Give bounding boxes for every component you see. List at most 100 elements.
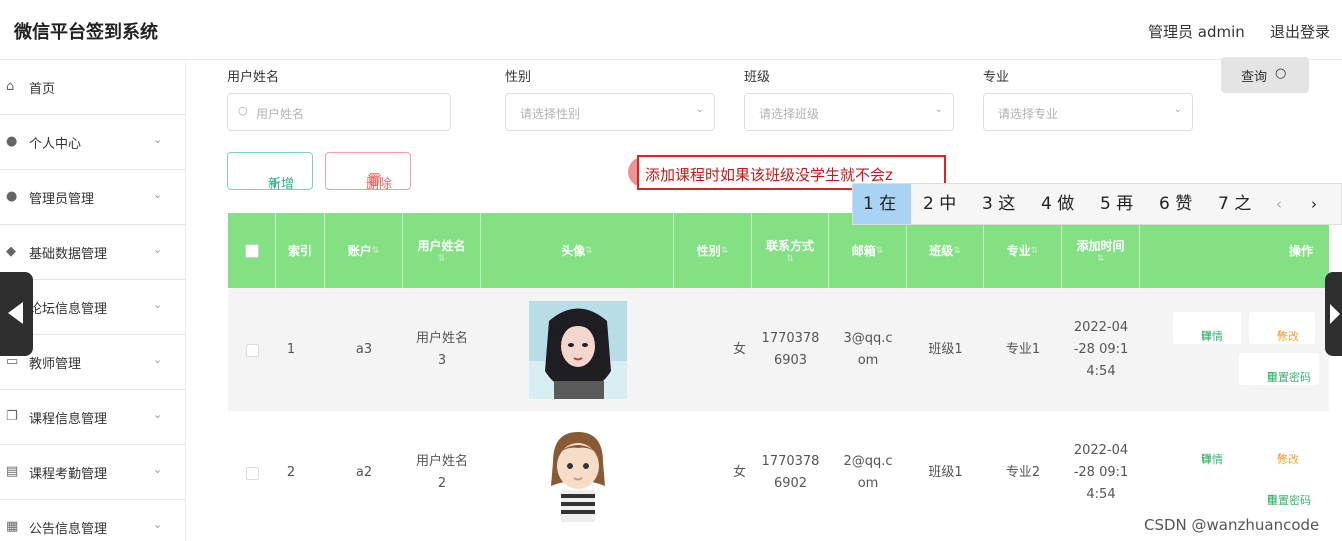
avatar <box>528 301 627 399</box>
class-placeholder: 请选择班级 <box>759 107 820 121</box>
cell-email: 3@qq.c om <box>843 331 893 368</box>
ime-prev-page-icon[interactable]: ‹ <box>1276 184 1282 224</box>
search-button[interactable]: 查询 ○ <box>1221 57 1309 93</box>
search-button-label: 查询 <box>1241 70 1268 85</box>
arrow-left-icon <box>8 302 23 324</box>
sidebar-item-course-attendance[interactable]: ▤ 课程考勤管理 ⌄ <box>0 445 186 500</box>
header: 微信平台签到系统 管理员 admin 退出登录 <box>0 0 1342 60</box>
sidebar-item-label: 教师管理 <box>29 357 82 372</box>
chevron-down-icon: ⌄ <box>153 188 163 201</box>
row-checkbox-cell <box>228 289 276 411</box>
sort-icon: ⇅ <box>1096 254 1105 264</box>
watermark: CSDN @wanzhuancode <box>1144 516 1320 534</box>
header-index[interactable]: 索引 <box>276 213 325 288</box>
sort-icon: ⇅ <box>1030 245 1039 256</box>
chevron-down-icon: ⌄ <box>153 353 163 366</box>
delete-button[interactable]: 🗑 删除 <box>325 152 411 192</box>
table-row: 1 a3 用户姓名 3 女 1770378 6903 3@qq.c om 班级1 专业… <box>228 289 1329 411</box>
sidebar-item-announcement[interactable]: ▦ 公告信息管理 ⌄ <box>0 500 186 541</box>
search-icon: ○ <box>1275 66 1287 81</box>
gender-select[interactable]: 请选择性别 ⌄ <box>505 93 715 131</box>
sidebar-item-home[interactable]: ⌂ 首页 <box>0 60 186 115</box>
row-checkbox[interactable] <box>245 343 259 357</box>
chevron-down-icon: ⌄ <box>153 408 163 421</box>
reset-password-button[interactable]: ▤ 重置密码 <box>1239 476 1319 508</box>
sidebar-item-admin-management[interactable]: ● 管理员管理 ⌄ <box>0 170 186 225</box>
cell-phone: 1770378 6902 <box>761 454 820 491</box>
username-filter-label: 用户姓名 <box>227 70 280 85</box>
logout-link[interactable]: 退出登录 <box>1270 21 1330 42</box>
sort-icon: ⇅ <box>875 245 884 256</box>
select-all-cell <box>228 213 276 288</box>
class-select[interactable]: 请选择班级 ⌄ <box>744 93 954 131</box>
ime-composition-text: 添加课程时如果该班级没学生就不会z <box>645 166 893 184</box>
home-icon: ⌂ <box>6 79 15 94</box>
username-search-input[interactable]: ○ 用户姓名 <box>227 93 451 131</box>
detail-button[interactable]: ▤ 详情 <box>1173 312 1241 344</box>
ime-candidate[interactable]: 6 赞 <box>1159 184 1192 224</box>
cell-username: 用户姓名 3 <box>415 331 468 368</box>
cell-account: a2 <box>355 465 373 480</box>
location-icon: ◆ <box>6 244 16 259</box>
cell-gender: 女 <box>732 342 746 357</box>
app-title: 微信平台签到系统 <box>14 22 158 43</box>
chevron-down-icon: ⌄ <box>153 298 163 311</box>
header-phone[interactable]: 联系方式 ⇅ <box>752 213 829 288</box>
previous-arrow-button[interactable] <box>0 272 33 356</box>
sidebar-item-label: 个人中心 <box>29 137 82 152</box>
ime-candidate-bar: 1 在 2 中 3 这 4 做 5 再 6 赞 7 之 ‹ › <box>852 183 1342 225</box>
sort-icon: ⇅ <box>585 245 593 256</box>
copy-icon: ❐ <box>6 409 18 424</box>
header-account[interactable]: 账户 ⇅ <box>325 213 403 288</box>
ime-next-page-icon[interactable]: › <box>1311 184 1317 224</box>
cell-username: 用户姓名 2 <box>415 454 468 491</box>
ime-candidate[interactable]: 5 再 <box>1100 184 1133 224</box>
chevron-down-icon: ⌄ <box>153 518 163 531</box>
delete-button-label: 删除 <box>366 177 393 192</box>
sidebar-item-label: 基础数据管理 <box>29 247 108 262</box>
chevron-down-icon: ⌄ <box>153 463 163 476</box>
header-gender[interactable]: 性别 ⇅ <box>674 213 752 288</box>
cell-phone: 1770378 6903 <box>761 331 820 368</box>
add-button[interactable]: ＋ 新增 <box>227 152 313 192</box>
header-avatar[interactable]: 头像 ⇅ <box>481 213 674 288</box>
sidebar-item-label: 首页 <box>29 82 56 97</box>
cell-major: 专业2 <box>1005 465 1041 480</box>
major-filter-label: 专业 <box>983 70 1010 85</box>
add-button-label: 新增 <box>268 177 295 192</box>
major-select[interactable]: 请选择专业 ⌄ <box>983 93 1193 131</box>
sidebar-item-label: 公告信息管理 <box>29 522 108 537</box>
reset-password-button[interactable]: ▤ 重置密码 <box>1239 353 1319 385</box>
chevron-down-icon: ⌄ <box>153 133 163 146</box>
cell-major: 专业1 <box>1005 342 1041 357</box>
ime-candidate[interactable]: 1 在 <box>853 184 911 224</box>
arrow-right-icon <box>1330 304 1340 324</box>
major-placeholder: 请选择专业 <box>998 107 1059 121</box>
ime-candidate[interactable]: 3 这 <box>982 184 1015 224</box>
ime-candidate[interactable]: 2 中 <box>923 184 956 224</box>
ime-candidate[interactable]: 4 做 <box>1041 184 1074 224</box>
sort-icon: ⇅ <box>953 245 961 256</box>
sort-icon: ⇅ <box>720 245 729 256</box>
cell-created-time: 2022-04 -28 09:1 4:54 <box>1073 320 1129 379</box>
ime-candidate[interactable]: 7 之 <box>1218 184 1251 224</box>
header-username[interactable]: 用户姓名 ⇅ <box>403 213 481 288</box>
detail-button[interactable]: ▤ 详情 <box>1173 435 1241 467</box>
grid-icon: ▦ <box>6 519 19 534</box>
cell-class: 班级1 <box>928 465 963 480</box>
edit-button[interactable]: ✎ 修改 <box>1249 312 1315 344</box>
sidebar-item-label: 管理员管理 <box>29 192 95 207</box>
gender-filter-label: 性别 <box>505 70 532 85</box>
user-icon: ● <box>6 189 18 204</box>
chevron-down-icon: ⌄ <box>934 104 943 115</box>
cell-class: 班级1 <box>928 342 963 357</box>
search-icon: ○ <box>238 104 248 117</box>
sidebar-item-personal-center[interactable]: ● 个人中心 ⌄ <box>0 115 186 170</box>
next-arrow-button[interactable] <box>1325 272 1342 356</box>
select-all-checkbox[interactable] <box>244 243 259 258</box>
edit-button[interactable]: ✎ 修改 <box>1249 435 1315 467</box>
cell-index: 1 <box>286 342 296 357</box>
sidebar-item-course-info[interactable]: ❐ 课程信息管理 ⌄ <box>0 390 186 445</box>
username-placeholder: 用户姓名 <box>256 107 305 121</box>
row-checkbox[interactable] <box>245 466 259 480</box>
